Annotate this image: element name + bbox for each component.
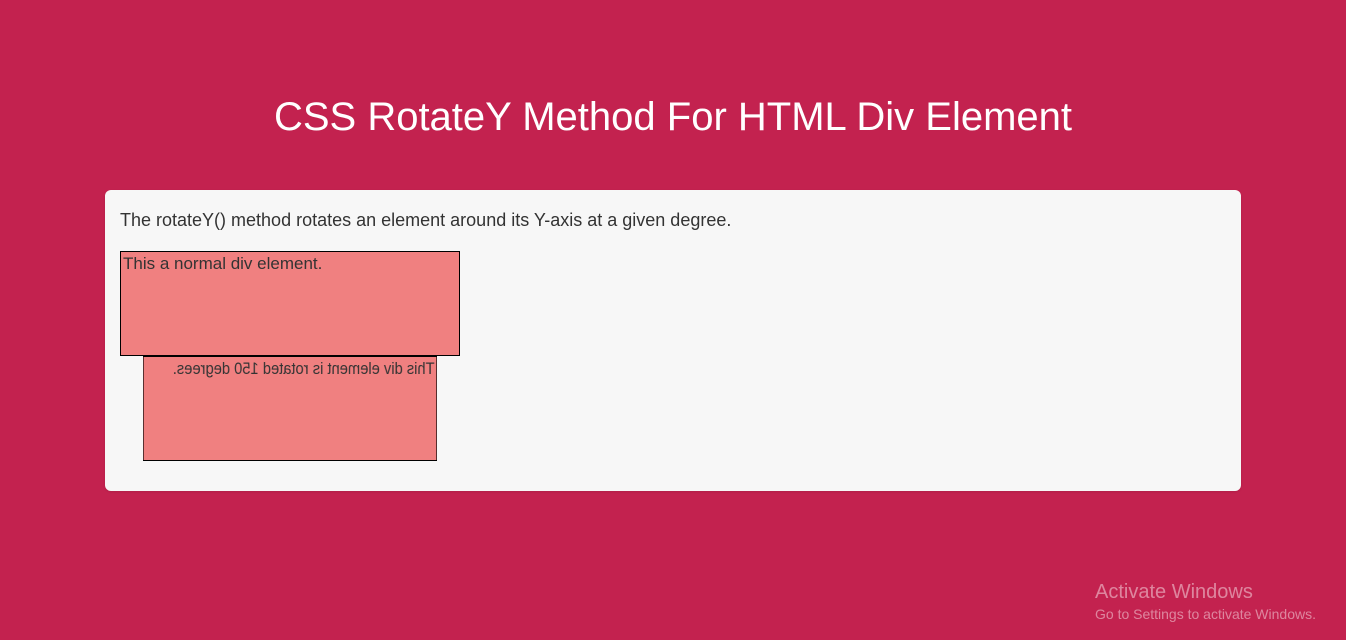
rotated-div-box: This div element is rotated 150 degrees.: [143, 356, 437, 461]
watermark-title: Activate Windows: [1095, 581, 1316, 604]
watermark-subtitle: Go to Settings to activate Windows.: [1095, 606, 1316, 622]
page-title: CSS RotateY Method For HTML Div Element: [0, 0, 1346, 175]
normal-div-box: This a normal div element.: [120, 251, 460, 356]
method-description: The rotateY() method rotates an element …: [120, 210, 1226, 231]
windows-activation-watermark: Activate Windows Go to Settings to activ…: [1095, 581, 1316, 622]
content-card: The rotateY() method rotates an element …: [105, 190, 1241, 491]
